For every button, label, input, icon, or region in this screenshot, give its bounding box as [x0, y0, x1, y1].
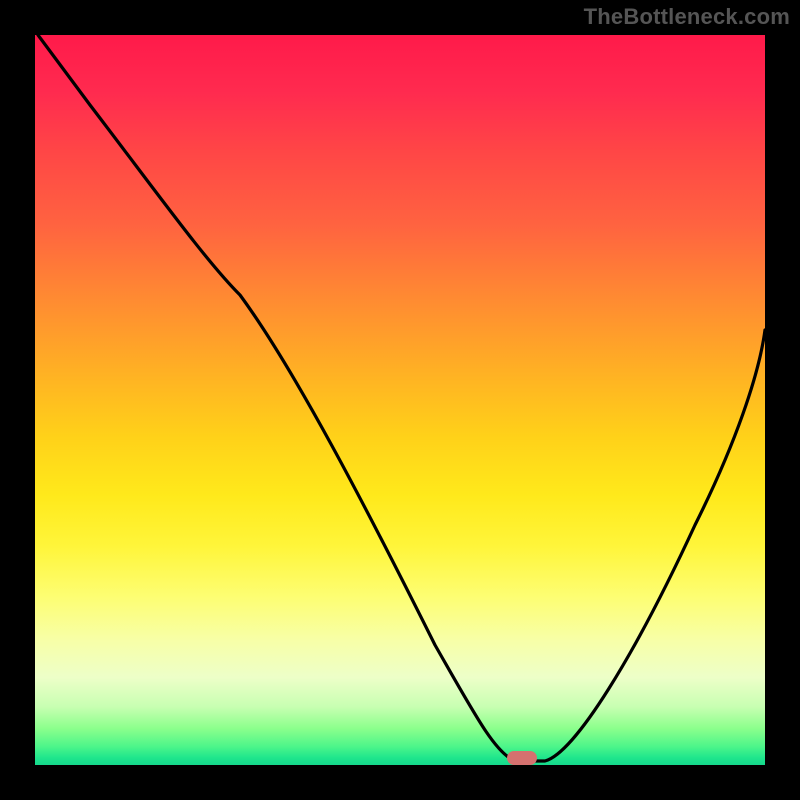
- bottleneck-curve: [38, 35, 765, 761]
- chart-frame: TheBottleneck.com: [0, 0, 800, 800]
- watermark-text: TheBottleneck.com: [584, 4, 790, 30]
- curve-svg: [35, 35, 765, 765]
- valley-marker: [507, 751, 537, 765]
- plot-area: [35, 35, 765, 765]
